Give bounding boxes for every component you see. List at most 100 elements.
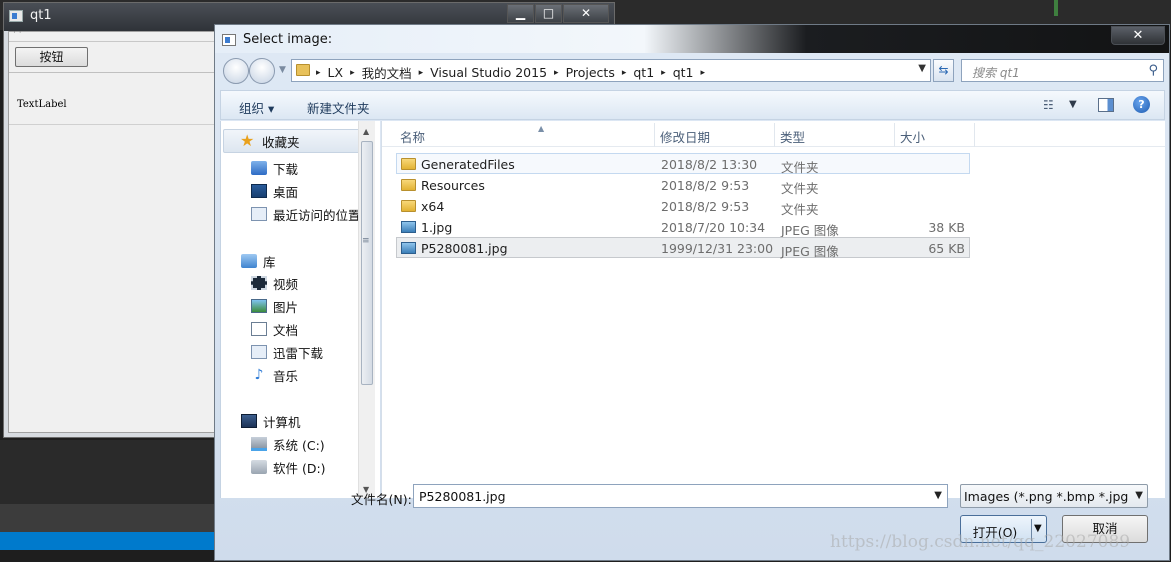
address-dropdown-icon[interactable]: ▼ [918, 63, 926, 74]
file-name: P5280081.jpg [421, 241, 508, 256]
file-type-filter[interactable]: Images (*.png *.bmp *.jpg *. ▼ [960, 484, 1148, 508]
file-date: 2018/7/20 10:34 [661, 220, 766, 235]
chevron-right-icon[interactable]: ▸ [552, 68, 561, 78]
back-button[interactable] [223, 58, 249, 84]
scrollbar-thumb[interactable] [361, 141, 373, 385]
chevron-right-icon[interactable]: ▸ [659, 68, 668, 78]
music-icon: ♪ [254, 367, 264, 383]
push-button[interactable]: 按钮 [15, 47, 88, 67]
breadcrumb: ▸ LX ▸ 我的文档 ▸ Visual Studio 2015 ▸ Proje… [314, 63, 707, 82]
chevron-right-icon[interactable]: ▸ [314, 68, 323, 78]
column-header-type[interactable]: 类型 [780, 127, 805, 147]
nav-libraries[interactable]: 库 [241, 251, 276, 271]
scroll-up-icon[interactable]: ▲ [363, 127, 369, 136]
chevron-right-icon[interactable]: ▸ [699, 68, 708, 78]
drive-d-icon [251, 460, 267, 474]
new-folder-button[interactable]: 新建文件夹 [307, 98, 370, 117]
nav-item-drive-c[interactable]: 系统 (C:) [251, 434, 325, 454]
nav-item-xunlei[interactable]: 迅雷下载 [251, 342, 323, 362]
chevron-down-icon[interactable]: ▼ [1135, 490, 1143, 501]
file-row[interactable]: Resources 2018/8/2 9:53 文件夹 [396, 174, 970, 196]
chevron-down-icon[interactable]: ▼ [934, 490, 942, 501]
folder-icon [401, 158, 416, 170]
column-header-size[interactable]: 大小 [900, 127, 925, 147]
search-icon[interactable]: ⚲ [1148, 63, 1158, 78]
video-icon [251, 276, 267, 290]
nav-computer[interactable]: 计算机 [241, 411, 301, 431]
file-list: ▲ 名称 修改日期 类型 大小 GeneratedFiles 2018/8/2 … [381, 121, 1165, 498]
nav-item-label: 视频 [273, 276, 299, 292]
nav-item-documents[interactable]: 文档 [251, 319, 298, 339]
computer-icon [241, 414, 257, 428]
maximize-button[interactable]: □ [535, 4, 562, 23]
dialog-icon [222, 34, 236, 46]
image-file-icon [401, 221, 416, 233]
column-header-name[interactable]: ▲ 名称 [400, 124, 544, 147]
column-header-date[interactable]: 修改日期 [660, 127, 710, 147]
column-divider[interactable] [774, 123, 775, 147]
chevron-right-icon[interactable]: ▸ [620, 68, 629, 78]
breadcrumb-item[interactable]: LX [323, 65, 349, 80]
address-bar[interactable]: ▸ LX ▸ 我的文档 ▸ Visual Studio 2015 ▸ Proje… [291, 59, 931, 82]
column-divider[interactable] [974, 123, 975, 147]
breadcrumb-item[interactable]: qt1 [668, 65, 699, 80]
nav-item-downloads[interactable]: 下载 [251, 158, 298, 178]
view-dropdown-icon[interactable]: ▼ [1069, 99, 1077, 110]
file-size: 65 KB [928, 241, 965, 256]
nav-pane-scrollbar[interactable]: ▲ ≡ ▼ [358, 121, 375, 498]
nav-item-label: 软件 (D:) [273, 460, 326, 476]
recent-pages-dropdown-icon[interactable]: ▼ [279, 65, 286, 75]
background-panel [0, 440, 216, 504]
file-name: 1.jpg [421, 220, 453, 235]
view-options-icon[interactable]: ☷ [1043, 98, 1054, 112]
nav-favorites[interactable]: ★ 收藏夹 [223, 129, 361, 153]
nav-item-recent[interactable]: 最近访问的位置 [251, 204, 361, 224]
breadcrumb-item[interactable]: 我的文档 [357, 63, 417, 82]
pictures-icon [251, 299, 267, 313]
background-status-bar [0, 532, 216, 550]
select-image-dialog: Select image: ✕ ▼ ▸ LX ▸ 我的文档 ▸ Visual S… [214, 24, 1170, 561]
forward-button[interactable] [249, 58, 275, 84]
chevron-right-icon[interactable]: ▸ [417, 68, 426, 78]
file-row[interactable]: x64 2018/8/2 9:53 文件夹 [396, 195, 970, 217]
file-date: 2018/8/2 9:53 [661, 199, 750, 214]
file-name: GeneratedFiles [421, 157, 515, 172]
downloads-icon [251, 161, 267, 175]
dialog-close-button[interactable]: ✕ [1111, 26, 1165, 45]
background-accent [1054, 0, 1058, 16]
column-divider[interactable] [654, 123, 655, 147]
nav-item-videos[interactable]: 视频 [251, 273, 298, 293]
nav-item-music[interactable]: ♪ 音乐 [251, 365, 298, 385]
chevron-right-icon[interactable]: ▸ [348, 68, 357, 78]
sort-up-icon: ▲ [538, 124, 545, 133]
breadcrumb-item[interactable]: qt1 [628, 65, 659, 80]
nav-item-drive-d[interactable]: 软件 (D:) [251, 457, 326, 477]
nav-item-label: 图片 [273, 299, 299, 315]
nav-item-pictures[interactable]: 图片 [251, 296, 298, 316]
filename-field[interactable]: P5280081.jpg ▼ [413, 484, 948, 508]
scroll-grip-icon: ≡ [362, 236, 370, 246]
background-panel-gray [0, 504, 216, 532]
nav-item-desktop[interactable]: 桌面 [251, 181, 298, 201]
breadcrumb-item[interactable]: Visual Studio 2015 [425, 65, 552, 80]
nav-item-label: 文档 [273, 322, 299, 338]
dialog-title: Select image: [243, 32, 333, 47]
image-file-icon [401, 242, 416, 254]
nav-item-label: 最近访问的位置 [273, 207, 361, 223]
column-divider[interactable] [894, 123, 895, 147]
file-row[interactable]: GeneratedFiles 2018/8/2 13:30 文件夹 [396, 153, 970, 175]
breadcrumb-item[interactable]: Projects [561, 65, 620, 80]
help-icon[interactable]: ? [1133, 96, 1150, 113]
folder-icon [296, 64, 310, 76]
refresh-button[interactable]: ⇆ [933, 59, 954, 82]
file-type: JPEG 图像 [781, 244, 839, 259]
close-button[interactable]: ✕ [563, 4, 609, 23]
organize-menu[interactable]: 组织 ▾ [239, 98, 274, 117]
search-input[interactable]: 搜索 qt1 ⚲ [961, 59, 1164, 82]
dialog-titlebar[interactable]: Select image: ✕ [215, 25, 1169, 53]
minimize-button[interactable]: ▁ [507, 4, 534, 23]
preview-pane-icon[interactable] [1098, 98, 1114, 112]
file-row-selected[interactable]: P5280081.jpg 1999/12/31 23:00 JPEG 图像 65… [396, 237, 970, 259]
file-row[interactable]: 1.jpg 2018/7/20 10:34 JPEG 图像 38 KB [396, 216, 970, 238]
column-headers: ▲ 名称 修改日期 类型 大小 [382, 121, 1165, 147]
